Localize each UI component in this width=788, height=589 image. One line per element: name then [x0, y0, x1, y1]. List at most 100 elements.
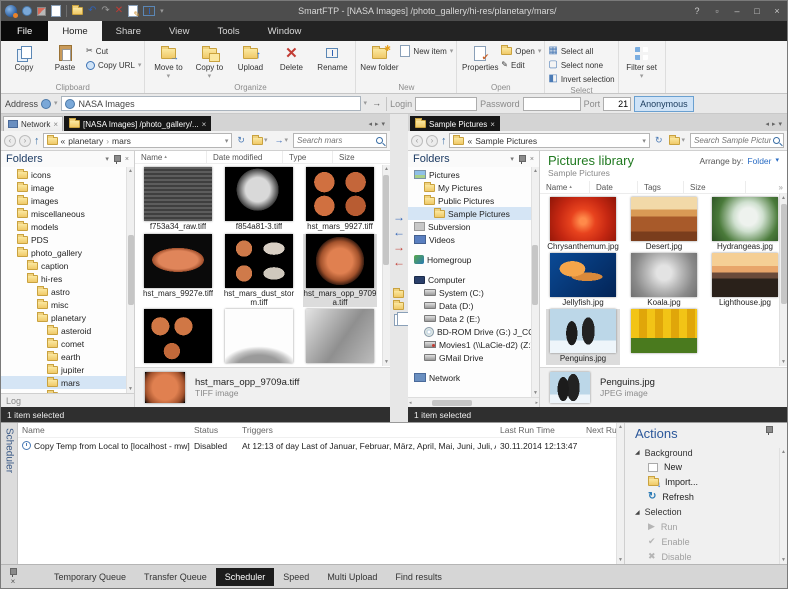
- tree-item[interactable]: Subversion: [408, 220, 539, 233]
- arrange-by-value[interactable]: Folder: [747, 156, 771, 166]
- login-input[interactable]: [415, 97, 477, 111]
- column-name[interactable]: Name▴: [135, 151, 207, 164]
- tab-share[interactable]: Share: [102, 21, 155, 41]
- tab-network[interactable]: Network ×: [3, 116, 63, 131]
- chevron-down-icon[interactable]: ▾: [642, 137, 646, 145]
- file-tile[interactable]: hst_mars_dust_storm.tiff: [222, 234, 296, 307]
- breadcrumb[interactable]: « planetary › mars ▾: [43, 133, 233, 148]
- new-document-icon[interactable]: [51, 5, 61, 17]
- copy-button[interactable]: Copy: [4, 43, 44, 72]
- tree-item[interactable]: My Pictures: [408, 181, 539, 194]
- move-to-local-icon[interactable]: ←: [393, 257, 405, 268]
- scrollbar-thumb[interactable]: [432, 400, 472, 406]
- back-button[interactable]: ‹: [4, 135, 16, 147]
- tree-item[interactable]: hi-res: [1, 272, 134, 285]
- back-button[interactable]: ‹: [411, 135, 423, 147]
- edit-button[interactable]: ✎ Edit: [501, 59, 541, 71]
- remote-search-box[interactable]: [293, 133, 387, 148]
- tab-view[interactable]: View: [155, 21, 203, 41]
- column-last-run-time[interactable]: Last Run Time: [496, 425, 582, 435]
- tab-speed[interactable]: Speed: [274, 568, 318, 586]
- cut-button[interactable]: ✂ Cut: [86, 45, 141, 57]
- tab-list-icon[interactable]: ▾: [381, 120, 385, 128]
- tree-item[interactable]: Network: [408, 371, 539, 384]
- scroll-down-icon[interactable]: ▼: [781, 556, 786, 564]
- scroll-up-icon[interactable]: ▲: [384, 165, 389, 173]
- tab-scroll-left-icon[interactable]: ◂: [368, 120, 372, 128]
- breadcrumb-collapse[interactable]: «: [61, 136, 66, 146]
- tab-find-results[interactable]: Find results: [386, 568, 451, 586]
- tree-item[interactable]: Public Pictures: [408, 194, 539, 207]
- redo-icon[interactable]: ↷: [101, 6, 109, 16]
- file-tile[interactable]: f753a34_raw.tiff: [141, 167, 215, 232]
- edit-icon[interactable]: [128, 5, 138, 17]
- anonymous-toggle[interactable]: Anonymous: [634, 96, 694, 112]
- scrollbar-thumb[interactable]: [128, 235, 134, 305]
- file-tile-selected[interactable]: Penguins.jpg: [546, 309, 620, 364]
- delete-button[interactable]: ✕ Delete: [271, 43, 311, 72]
- file-tile[interactable]: [627, 309, 701, 364]
- breadcrumb-collapse[interactable]: «: [467, 136, 472, 146]
- file-tile[interactable]: Hydrangeas.jpg: [708, 197, 782, 252]
- breadcrumb-item[interactable]: Sample Pictures: [475, 136, 537, 146]
- tab-scroll-right-icon[interactable]: ▸: [375, 120, 379, 128]
- close-icon[interactable]: ×: [202, 120, 207, 129]
- forward-button[interactable]: ›: [426, 135, 438, 147]
- local-search-box[interactable]: [690, 133, 784, 148]
- tree-item[interactable]: astro: [1, 285, 134, 298]
- filter-set-button[interactable]: Filter set ▾: [622, 43, 662, 80]
- search-input[interactable]: [297, 136, 374, 145]
- tab-sample-pictures[interactable]: Sample Pictures ×: [410, 116, 500, 131]
- arrange-by-control[interactable]: Arrange by: Folder ▾: [699, 153, 779, 181]
- address-combo[interactable]: NASA Images: [61, 96, 361, 111]
- tree-item[interactable]: misc: [1, 298, 134, 311]
- tree-item[interactable]: Homegroup: [408, 253, 539, 266]
- file-tile[interactable]: hst_mars_9927.tiff: [303, 167, 377, 232]
- scrollbar[interactable]: ▲ ▼: [126, 167, 134, 393]
- tree-item[interactable]: Data (D:): [408, 299, 539, 312]
- tree-item[interactable]: Movies1 (\\LaCie-d2) (Z:): [408, 338, 539, 351]
- tree-item[interactable]: Pictures: [408, 168, 539, 181]
- chevron-down-icon[interactable]: ▾: [775, 156, 779, 164]
- up-button[interactable]: ↑: [34, 135, 40, 147]
- pin-icon[interactable]: [9, 568, 17, 577]
- tree-item[interactable]: image: [1, 181, 134, 194]
- search-icon[interactable]: [773, 137, 780, 144]
- tab-transfer-queue[interactable]: Transfer Queue: [135, 568, 216, 586]
- tree-item[interactable]: moon: [1, 389, 134, 393]
- tab-multi-upload[interactable]: Multi Upload: [318, 568, 386, 586]
- actions-section-background[interactable]: ◢ Background: [635, 445, 783, 460]
- favorites-icon[interactable]: [37, 7, 46, 16]
- sync-folder-icon[interactable]: [393, 290, 404, 298]
- undo-icon[interactable]: ↶: [88, 6, 96, 16]
- copy-to-button[interactable]: Copy to ▾: [189, 43, 229, 80]
- actions-section-selection[interactable]: ◢ Selection: [635, 505, 783, 520]
- tree-item[interactable]: System (C:): [408, 286, 539, 299]
- transfer-to-local-icon[interactable]: ←: [393, 227, 405, 238]
- paste-button[interactable]: Paste: [45, 43, 85, 72]
- search-icon[interactable]: [376, 137, 383, 144]
- tree-item[interactable]: icons: [1, 168, 134, 181]
- file-tile[interactable]: hst_mars_9927e.tiff: [141, 234, 215, 307]
- views-button[interactable]: ▾: [667, 133, 687, 148]
- scroll-up-icon[interactable]: ▲: [533, 167, 538, 175]
- go-button[interactable]: →: [370, 96, 383, 111]
- copy-url-button[interactable]: Copy URL ▾: [86, 59, 141, 71]
- pin-icon[interactable]: [518, 155, 526, 164]
- tab-home[interactable]: Home: [48, 21, 101, 41]
- chevron-down-icon[interactable]: ▾: [105, 155, 109, 163]
- file-tile-selected[interactable]: hst_mars_opp_9709a.tiff: [303, 234, 377, 307]
- tree-item-selected[interactable]: mars: [1, 376, 134, 389]
- tab-scroll-right-icon[interactable]: ▸: [772, 120, 776, 128]
- action-refresh[interactable]: ↻ Refresh: [635, 490, 783, 505]
- action-new[interactable]: New: [635, 460, 783, 475]
- tab-window[interactable]: Window: [254, 21, 316, 41]
- action-run[interactable]: ▶ Run: [635, 519, 783, 534]
- transfer-to-remote-icon[interactable]: →: [393, 212, 405, 223]
- tree-item[interactable]: planetary: [1, 311, 134, 324]
- forward-button[interactable]: ›: [19, 135, 31, 147]
- scroll-left-icon[interactable]: ◂: [409, 400, 412, 406]
- tab-nasa-images[interactable]: [NASA Images] /photo_gallery/... ×: [64, 116, 211, 131]
- pin-icon[interactable]: [765, 426, 773, 435]
- column-more[interactable]: »: [746, 181, 787, 194]
